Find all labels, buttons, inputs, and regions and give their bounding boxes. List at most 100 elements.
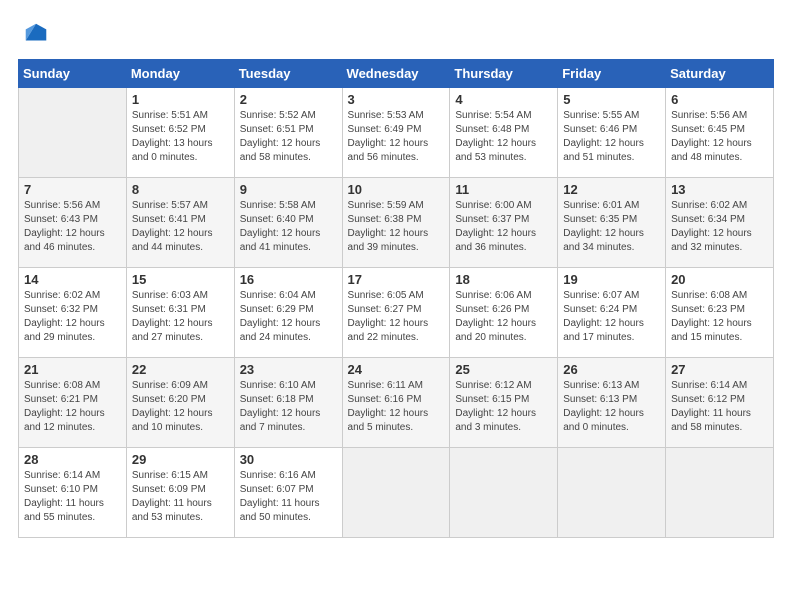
calendar-cell: 22 Sunrise: 6:09 AM Sunset: 6:20 PM Dayli… xyxy=(126,358,234,448)
day-info: Sunrise: 5:54 AM Sunset: 6:48 PM Dayligh… xyxy=(455,109,552,165)
day-info: Sunrise: 5:57 AM Sunset: 6:41 PM Dayligh… xyxy=(132,199,229,255)
calendar-cell: 4 Sunrise: 5:54 AM Sunset: 6:48 PM Daylig… xyxy=(450,88,558,178)
calendar-cell: 6 Sunrise: 5:56 AM Sunset: 6:45 PM Daylig… xyxy=(666,88,774,178)
day-info: Sunrise: 6:08 AM Sunset: 6:23 PM Dayligh… xyxy=(671,289,768,345)
calendar-cell: 10 Sunrise: 5:59 AM Sunset: 6:38 PM Dayli… xyxy=(342,178,450,268)
calendar-cell: 2 Sunrise: 5:52 AM Sunset: 6:51 PM Daylig… xyxy=(234,88,342,178)
day-info: Sunrise: 6:02 AM Sunset: 6:34 PM Dayligh… xyxy=(671,199,768,255)
day-info: Sunrise: 6:09 AM Sunset: 6:20 PM Dayligh… xyxy=(132,379,229,435)
day-number: 17 xyxy=(348,272,445,287)
calendar-cell: 5 Sunrise: 5:55 AM Sunset: 6:46 PM Daylig… xyxy=(558,88,666,178)
weekday-header-sunday: Sunday xyxy=(19,60,127,88)
day-number: 3 xyxy=(348,92,445,107)
day-number: 21 xyxy=(24,362,121,377)
calendar-cell: 30Sunrise: 6:16 AM Sunset: 6:07 PM Dayli… xyxy=(234,448,342,538)
day-number: 16 xyxy=(240,272,337,287)
day-number: 5 xyxy=(563,92,660,107)
calendar-cell: 14 Sunrise: 6:02 AM Sunset: 6:32 PM Dayli… xyxy=(19,268,127,358)
weekday-header-thursday: Thursday xyxy=(450,60,558,88)
weekday-header-row: SundayMondayTuesdayWednesdayThursdayFrid… xyxy=(19,60,774,88)
day-info: Sunrise: 6:00 AM Sunset: 6:37 PM Dayligh… xyxy=(455,199,552,255)
calendar-cell: 27 Sunrise: 6:14 AM Sunset: 6:12 PM Dayli… xyxy=(666,358,774,448)
weekday-header-tuesday: Tuesday xyxy=(234,60,342,88)
calendar-cell: 3 Sunrise: 5:53 AM Sunset: 6:49 PM Daylig… xyxy=(342,88,450,178)
calendar-cell: 7 Sunrise: 5:56 AM Sunset: 6:43 PM Daylig… xyxy=(19,178,127,268)
day-number: 20 xyxy=(671,272,768,287)
day-info: Sunrise: 5:56 AM Sunset: 6:45 PM Dayligh… xyxy=(671,109,768,165)
day-number: 28 xyxy=(24,452,121,467)
day-info: Sunrise: 6:11 AM Sunset: 6:16 PM Dayligh… xyxy=(348,379,445,435)
day-number: 11 xyxy=(455,182,552,197)
day-number: 10 xyxy=(348,182,445,197)
logo xyxy=(20,20,50,53)
calendar-cell xyxy=(558,448,666,538)
day-info: Sunrise: 6:02 AM Sunset: 6:32 PM Dayligh… xyxy=(24,289,121,345)
day-number: 22 xyxy=(132,362,229,377)
weekday-header-saturday: Saturday xyxy=(666,60,774,88)
day-number: 29 xyxy=(132,452,229,467)
calendar-week-2: 14 Sunrise: 6:02 AM Sunset: 6:32 PM Dayli… xyxy=(19,268,774,358)
calendar-cell: 17 Sunrise: 6:05 AM Sunset: 6:27 PM Dayli… xyxy=(342,268,450,358)
day-info: Sunrise: 6:06 AM Sunset: 6:26 PM Dayligh… xyxy=(455,289,552,345)
calendar-cell: 23 Sunrise: 6:10 AM Sunset: 6:18 PM Dayli… xyxy=(234,358,342,448)
calendar-cell: 25Sunrise: 6:12 AM Sunset: 6:15 PM Dayli… xyxy=(450,358,558,448)
day-info: Sunrise: 6:05 AM Sunset: 6:27 PM Dayligh… xyxy=(348,289,445,345)
day-number: 6 xyxy=(671,92,768,107)
day-info: Sunrise: 6:07 AM Sunset: 6:24 PM Dayligh… xyxy=(563,289,660,345)
day-info: Sunrise: 5:55 AM Sunset: 6:46 PM Dayligh… xyxy=(563,109,660,165)
day-number: 23 xyxy=(240,362,337,377)
calendar-cell: 8 Sunrise: 5:57 AM Sunset: 6:41 PM Daylig… xyxy=(126,178,234,268)
day-info: Sunrise: 6:03 AM Sunset: 6:31 PM Dayligh… xyxy=(132,289,229,345)
weekday-header-friday: Friday xyxy=(558,60,666,88)
day-info: Sunrise: 6:01 AM Sunset: 6:35 PM Dayligh… xyxy=(563,199,660,255)
day-info: Sunrise: 6:14 AM Sunset: 6:10 PM Dayligh… xyxy=(24,469,121,525)
calendar-cell: 29 Sunrise: 6:15 AM Sunset: 6:09 PM Dayli… xyxy=(126,448,234,538)
day-info: Sunrise: 6:15 AM Sunset: 6:09 PM Dayligh… xyxy=(132,469,229,525)
day-number: 8 xyxy=(132,182,229,197)
calendar-cell: 16 Sunrise: 6:04 AM Sunset: 6:29 PM Dayli… xyxy=(234,268,342,358)
day-number: 9 xyxy=(240,182,337,197)
calendar-cell: 1 Sunrise: 5:51 AM Sunset: 6:52 PM Daylig… xyxy=(126,88,234,178)
calendar-week-1: 7 Sunrise: 5:56 AM Sunset: 6:43 PM Daylig… xyxy=(19,178,774,268)
calendar-cell: 20 Sunrise: 6:08 AM Sunset: 6:23 PM Dayli… xyxy=(666,268,774,358)
day-info: Sunrise: 6:14 AM Sunset: 6:12 PM Dayligh… xyxy=(671,379,768,435)
calendar-week-4: 28 Sunrise: 6:14 AM Sunset: 6:10 PM Dayli… xyxy=(19,448,774,538)
day-info: Sunrise: 6:16 AM Sunset: 6:07 PM Dayligh… xyxy=(240,469,337,525)
calendar-cell: 24 Sunrise: 6:11 AM Sunset: 6:16 PM Dayli… xyxy=(342,358,450,448)
day-number: 18 xyxy=(455,272,552,287)
day-info: Sunrise: 5:52 AM Sunset: 6:51 PM Dayligh… xyxy=(240,109,337,165)
day-info: Sunrise: 5:56 AM Sunset: 6:43 PM Dayligh… xyxy=(24,199,121,255)
day-info: Sunrise: 6:13 AM Sunset: 6:13 PM Dayligh… xyxy=(563,379,660,435)
day-number: 27 xyxy=(671,362,768,377)
calendar-cell: 28 Sunrise: 6:14 AM Sunset: 6:10 PM Dayli… xyxy=(19,448,127,538)
day-number: 13 xyxy=(671,182,768,197)
day-number: 19 xyxy=(563,272,660,287)
day-number: 1 xyxy=(132,92,229,107)
day-info: Sunrise: 6:04 AM Sunset: 6:29 PM Dayligh… xyxy=(240,289,337,345)
day-info: Sunrise: 6:10 AM Sunset: 6:18 PM Dayligh… xyxy=(240,379,337,435)
day-info: Sunrise: 5:53 AM Sunset: 6:49 PM Dayligh… xyxy=(348,109,445,165)
calendar-cell: 26Sunrise: 6:13 AM Sunset: 6:13 PM Dayli… xyxy=(558,358,666,448)
day-number: 7 xyxy=(24,182,121,197)
calendar-cell xyxy=(666,448,774,538)
day-number: 14 xyxy=(24,272,121,287)
calendar-cell: 21Sunrise: 6:08 AM Sunset: 6:21 PM Dayli… xyxy=(19,358,127,448)
calendar-cell: 12Sunrise: 6:01 AM Sunset: 6:35 PM Dayli… xyxy=(558,178,666,268)
calendar-table: SundayMondayTuesdayWednesdayThursdayFrid… xyxy=(18,59,774,538)
page-header xyxy=(10,10,782,59)
day-number: 4 xyxy=(455,92,552,107)
calendar-cell: 13 Sunrise: 6:02 AM Sunset: 6:34 PM Dayli… xyxy=(666,178,774,268)
day-number: 15 xyxy=(132,272,229,287)
calendar-cell: 11 Sunrise: 6:00 AM Sunset: 6:37 PM Dayli… xyxy=(450,178,558,268)
weekday-header-monday: Monday xyxy=(126,60,234,88)
day-number: 24 xyxy=(348,362,445,377)
day-number: 2 xyxy=(240,92,337,107)
day-info: Sunrise: 5:51 AM Sunset: 6:52 PM Dayligh… xyxy=(132,109,229,165)
logo-icon xyxy=(22,20,50,48)
weekday-header-wednesday: Wednesday xyxy=(342,60,450,88)
calendar-cell xyxy=(19,88,127,178)
calendar-week-3: 21Sunrise: 6:08 AM Sunset: 6:21 PM Dayli… xyxy=(19,358,774,448)
calendar-week-0: 1 Sunrise: 5:51 AM Sunset: 6:52 PM Daylig… xyxy=(19,88,774,178)
calendar-cell xyxy=(342,448,450,538)
day-info: Sunrise: 5:59 AM Sunset: 6:38 PM Dayligh… xyxy=(348,199,445,255)
